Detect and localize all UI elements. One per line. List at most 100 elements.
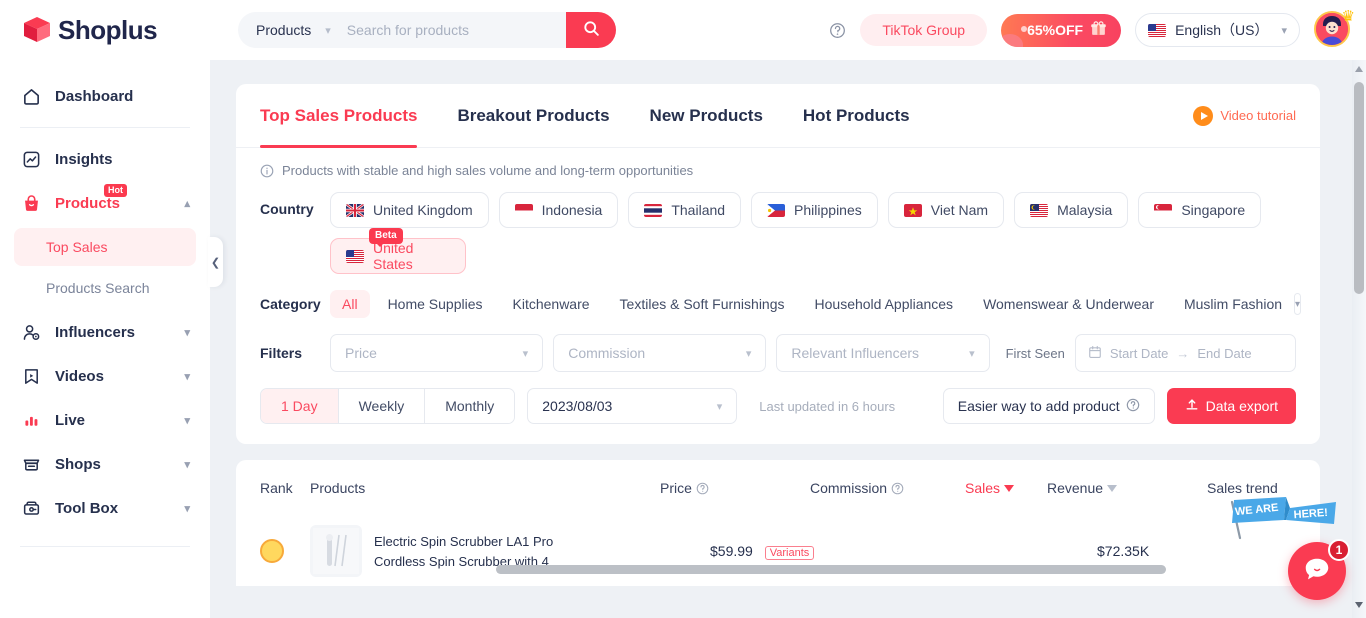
tab-breakout-products[interactable]: Breakout Products: [457, 84, 609, 148]
period-weekly[interactable]: Weekly: [338, 389, 426, 423]
easier-way-to-add-product-button[interactable]: Easier way to add product: [942, 388, 1155, 424]
add-product-label: Easier way to add product: [957, 398, 1120, 414]
search-button[interactable]: [566, 12, 616, 48]
table-header-revenue[interactable]: Revenue: [1047, 480, 1207, 496]
country-chip-philippines[interactable]: Philippines: [751, 192, 878, 228]
first-seen-date-range[interactable]: Start Date → End Date: [1074, 334, 1296, 372]
promo-dot-icon: [1021, 25, 1028, 32]
video-bookmark-icon: [22, 367, 44, 386]
last-updated-text: Last updated in 6 hours: [759, 398, 896, 414]
price-filter-select[interactable]: Price ▾: [330, 334, 544, 372]
country-chip-united-states[interactable]: Beta United States: [330, 228, 466, 274]
country-chip-singapore[interactable]: Singapore: [1138, 192, 1262, 228]
sidebar-item-products[interactable]: Products Hot ▴: [0, 181, 210, 225]
ph-flag-icon: [767, 203, 786, 217]
chevron-down-icon: ▾: [745, 347, 752, 360]
page-vertical-scrollbar[interactable]: [1352, 60, 1366, 618]
main-content: Top Sales Products Breakout Products New…: [210, 60, 1366, 618]
brand-name: Shoplus: [58, 14, 158, 45]
period-1-day[interactable]: 1 Day: [261, 389, 339, 423]
end-date-placeholder[interactable]: End Date: [1197, 346, 1251, 361]
gb-flag-icon: [346, 203, 364, 217]
filters-card: Top Sales Products Breakout Products New…: [236, 84, 1320, 444]
table-row[interactable]: Electric Spin Scrubber LA1 Pro Cordless …: [260, 516, 1296, 586]
country-chip-malaysia[interactable]: Malaysia: [1014, 192, 1129, 228]
video-tutorial-button[interactable]: Video tutorial: [1193, 105, 1296, 126]
category-item-home-supplies[interactable]: Home Supplies: [376, 290, 495, 318]
category-item-all[interactable]: All: [330, 290, 370, 318]
sidebar-subitem-label: Top Sales: [46, 239, 108, 255]
country-chip-label: Viet Nam: [930, 202, 989, 218]
search-icon: [583, 20, 600, 40]
category-item-household-appliances[interactable]: Household Appliances: [803, 290, 966, 318]
variants-tag[interactable]: Variants: [764, 545, 815, 560]
column-label: Price: [660, 480, 692, 496]
category-item-womenswear[interactable]: Womenswear & Underwear: [971, 290, 1166, 318]
period-monthly[interactable]: Monthly: [425, 389, 515, 423]
table-header-products: Products: [310, 480, 660, 496]
relevant-influencers-filter-select[interactable]: Relevant Influencers ▾: [776, 334, 990, 372]
chevron-down-icon[interactable]: ▾: [184, 326, 190, 339]
sidebar-item-dashboard[interactable]: Dashboard: [0, 74, 210, 118]
shoplus-logo-icon: [22, 15, 52, 45]
avatar[interactable]: ♛: [1314, 8, 1355, 49]
page-scrollbar-thumb[interactable]: [1354, 82, 1364, 294]
revenue-value: $72.35K: [1097, 543, 1150, 559]
tab-label: Top Sales Products: [260, 105, 418, 125]
toolbox-icon: [22, 499, 44, 518]
sidebar-item-insights[interactable]: Insights: [0, 137, 210, 181]
brand-logo[interactable]: Shoplus: [0, 0, 210, 60]
category-item-muslim-fashion[interactable]: Muslim Fashion: [1172, 290, 1294, 318]
rank-medal-icon: [260, 539, 284, 563]
category-expand-button[interactable]: ▾: [1294, 293, 1302, 315]
data-export-button[interactable]: Data export: [1166, 388, 1296, 424]
sidebar-item-tool-box[interactable]: Tool Box ▾: [0, 486, 210, 530]
category-item-kitchenware[interactable]: Kitchenware: [501, 290, 602, 318]
country-chip-united-kingdom[interactable]: United Kingdom: [330, 192, 489, 228]
language-selector[interactable]: English（US） ▾: [1135, 13, 1300, 47]
chevron-up-icon[interactable]: ▴: [184, 197, 190, 210]
chevron-down-icon[interactable]: ▾: [184, 502, 190, 515]
help-icon[interactable]: [829, 22, 846, 39]
tab-top-sales-products[interactable]: Top Sales Products: [260, 84, 418, 148]
sidebar-item-influencers[interactable]: Influencers ▾: [0, 310, 210, 354]
table-horizontal-scrollbar[interactable]: [496, 565, 1166, 574]
chevron-down-icon: ▾: [969, 347, 975, 360]
date-select[interactable]: 2023/08/03 ▾: [527, 388, 738, 424]
start-date-placeholder[interactable]: Start Date: [1110, 346, 1169, 361]
question-circle-icon[interactable]: [891, 482, 904, 495]
category-label-text: Household Appliances: [814, 296, 954, 312]
search-category-dropdown[interactable]: Products ▾: [238, 22, 331, 38]
category-label-text: Kitchenware: [512, 296, 590, 312]
sidebar-item-videos[interactable]: Videos ▾: [0, 354, 210, 398]
sidebar-item-shops[interactable]: Shops ▾: [0, 442, 210, 486]
question-circle-icon[interactable]: [696, 482, 709, 495]
category-item-textiles[interactable]: Textiles & Soft Furnishings: [608, 290, 797, 318]
chevron-down-icon[interactable]: ▾: [184, 458, 190, 471]
sidebar-item-top-sales[interactable]: Top Sales: [14, 228, 196, 266]
country-chip-viet-nam[interactable]: Viet Nam: [887, 192, 1005, 228]
country-chip-thailand[interactable]: Thailand: [628, 192, 742, 228]
promo-discount-button[interactable]: 65%OFF: [1001, 13, 1122, 47]
chevron-down-icon[interactable]: ▾: [184, 414, 190, 427]
category-label-text: All: [342, 296, 358, 312]
tab-new-products[interactable]: New Products: [650, 84, 763, 148]
calendar-icon: [1088, 345, 1102, 362]
chevron-down-icon[interactable]: ▾: [184, 370, 190, 383]
search-category-label: Products: [256, 22, 312, 38]
country-chip-indonesia[interactable]: Indonesia: [498, 192, 619, 228]
scroll-down-arrow-icon[interactable]: [1355, 602, 1363, 608]
table-header-sales-trend: Sales trend: [1207, 480, 1278, 496]
search-input[interactable]: [344, 21, 566, 39]
commission-filter-placeholder: Commission: [568, 345, 646, 361]
sidebar-item-products-search[interactable]: Products Search: [14, 269, 196, 307]
table-header-sales[interactable]: Sales: [965, 480, 1047, 496]
tiktok-group-button[interactable]: TikTok Group: [860, 14, 988, 46]
sidebar-collapse-toggle[interactable]: ❮: [208, 237, 223, 287]
scroll-up-arrow-icon[interactable]: [1355, 66, 1363, 72]
tab-hot-products[interactable]: Hot Products: [803, 84, 910, 148]
chat-button[interactable]: 1: [1288, 539, 1350, 600]
commission-filter-select[interactable]: Commission ▾: [553, 334, 767, 372]
sidebar-item-live[interactable]: Live ▾: [0, 398, 210, 442]
date-value: 2023/08/03: [542, 398, 613, 414]
